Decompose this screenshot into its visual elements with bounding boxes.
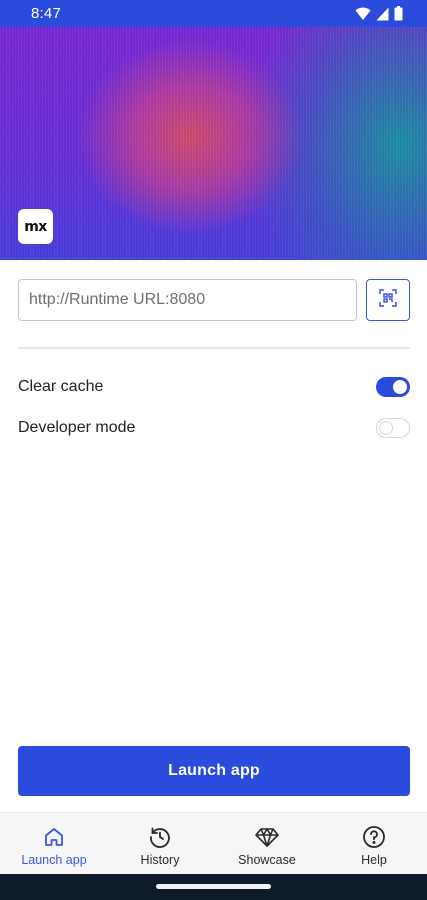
toggle-knob [379, 421, 393, 435]
status-bar: 8:47 [0, 0, 427, 27]
nav-label: Launch app [21, 853, 87, 867]
system-gesture-area [0, 874, 427, 900]
qr-scan-icon [379, 288, 397, 312]
diamond-icon [254, 824, 280, 850]
gesture-handle[interactable] [156, 884, 271, 889]
status-time: 8:47 [31, 5, 61, 22]
section-divider [18, 347, 410, 349]
nav-item-launch-app[interactable]: Launch app [4, 813, 104, 875]
developer-mode-label: Developer mode [18, 419, 136, 436]
mendix-logo: mx [18, 209, 53, 244]
toggle-knob [393, 380, 407, 394]
bottom-navigation: Launch app History Showcase Help [0, 812, 427, 874]
developer-mode-toggle[interactable] [376, 418, 410, 438]
app-screen: 8:47 mx Clear cache [0, 0, 427, 900]
clear-cache-toggle[interactable] [376, 377, 410, 397]
nav-item-history[interactable]: History [110, 813, 210, 875]
hero-banner: mx [0, 27, 427, 260]
nav-label: History [140, 853, 180, 867]
nav-item-showcase[interactable]: Showcase [217, 813, 317, 875]
wifi-icon [355, 7, 371, 21]
nav-item-help[interactable]: Help [324, 813, 424, 875]
nav-label: Help [361, 853, 387, 867]
home-icon [43, 824, 65, 850]
runtime-url-input[interactable] [18, 279, 357, 321]
battery-icon [394, 6, 403, 21]
clear-cache-label: Clear cache [18, 378, 104, 395]
qr-scan-button[interactable] [366, 279, 410, 321]
history-icon [148, 824, 172, 850]
nav-label: Showcase [238, 853, 296, 867]
launch-app-button[interactable]: Launch app [18, 746, 410, 796]
status-icons [355, 6, 403, 21]
help-icon [362, 824, 386, 850]
signal-icon [376, 7, 389, 21]
